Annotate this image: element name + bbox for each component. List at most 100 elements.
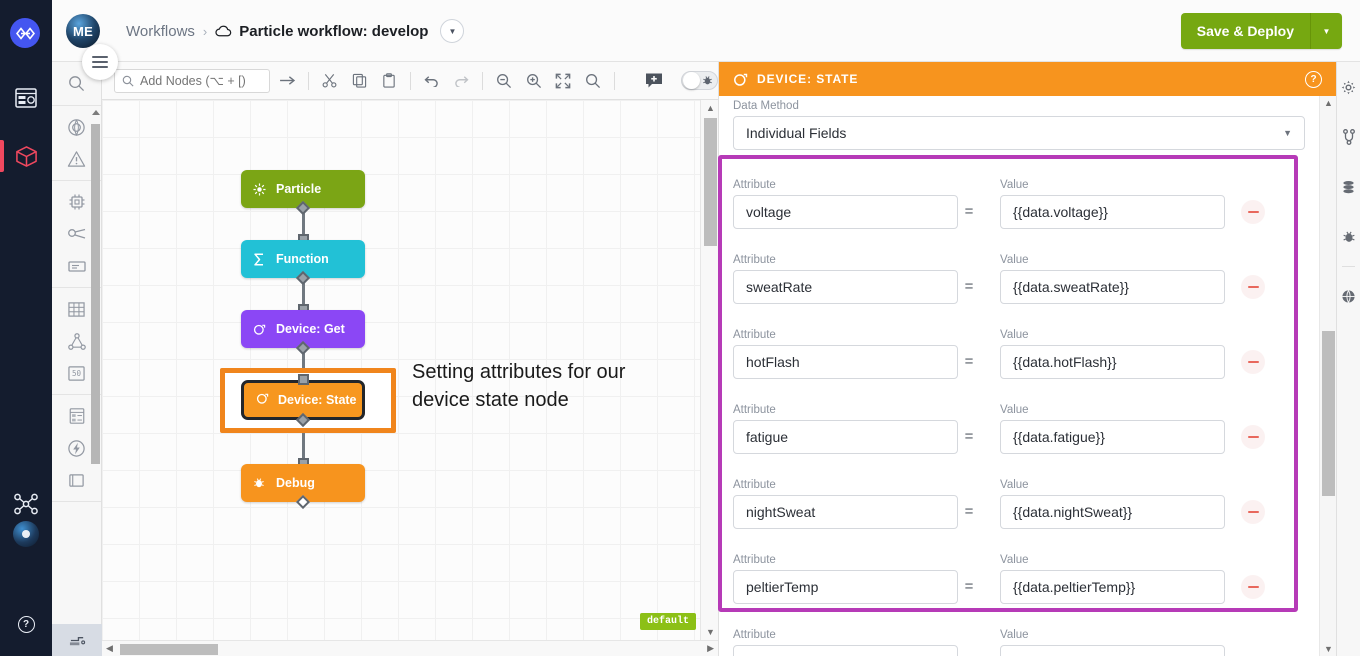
add-nodes-input[interactable]: [140, 73, 260, 88]
user-avatar[interactable]: ME: [66, 14, 100, 48]
zoom-reset-button[interactable]: [580, 68, 606, 94]
add-nodes-search[interactable]: [114, 68, 271, 93]
canvas-vertical-scrollbar[interactable]: ▲ ▼: [700, 100, 718, 640]
fit-screen-button[interactable]: [551, 68, 577, 94]
app-logo[interactable]: [10, 18, 40, 48]
palette-scrollbar[interactable]: [91, 108, 100, 528]
sidebar-item-account[interactable]: [0, 510, 52, 558]
palette-item-faucet[interactable]: [52, 624, 102, 656]
attribute-input[interactable]: [733, 420, 958, 454]
attribute-field-group: Attribute: [733, 329, 958, 379]
remove-attribute-button[interactable]: [1241, 575, 1265, 599]
attribute-field-group: Attribute: [733, 404, 958, 454]
zoom-in-button[interactable]: [521, 68, 547, 94]
breadcrumb: Workflows › Particle workflow: develop ▼: [126, 0, 465, 62]
rail-item-globe[interactable]: [1337, 271, 1360, 321]
hamburger-bar: [92, 61, 108, 63]
node-label: Function: [276, 252, 329, 266]
remove-attribute-button[interactable]: [1241, 275, 1265, 299]
panel-scroll-thumb[interactable]: [1322, 331, 1335, 496]
panel-body: Data Method Individual Fields ▼ Attribut…: [719, 96, 1319, 656]
device-icon: [256, 392, 269, 408]
wrench-icon: [67, 228, 85, 239]
panel-scroll-down-arrow[interactable]: ▼: [1324, 644, 1333, 654]
faucet-icon: [69, 636, 85, 645]
value-field-group: Value: [1000, 329, 1225, 379]
value-input[interactable]: [1000, 645, 1225, 656]
minus-circle-icon: [1247, 510, 1259, 514]
value-input[interactable]: [1000, 270, 1225, 304]
rail-item-data[interactable]: [1337, 162, 1360, 212]
canvas-scroll-up-arrow[interactable]: ▲: [706, 103, 715, 113]
run-arrow-button[interactable]: [274, 68, 300, 94]
avatar-icon: [13, 521, 39, 547]
zoom-out-button[interactable]: [491, 68, 517, 94]
remove-attribute-button[interactable]: [1241, 425, 1265, 449]
canvas-scroll-down-arrow[interactable]: ▼: [706, 627, 715, 637]
attribute-input[interactable]: [733, 270, 958, 304]
palette-scroll-up-arrow[interactable]: [92, 110, 100, 115]
workflow-canvas[interactable]: Particle Function Device: Get Device: St…: [102, 100, 718, 656]
value-label: Value: [1000, 329, 1029, 341]
canvas-scroll-right-arrow[interactable]: ▶: [707, 643, 714, 654]
default-badge: default: [639, 613, 696, 630]
sidebar-toggle-button[interactable]: [82, 44, 118, 80]
attribute-rows: Attribute = Value Attribute = Value Attribute =…: [733, 154, 1305, 656]
attribute-input[interactable]: [733, 645, 958, 656]
rail-item-settings[interactable]: [1337, 62, 1360, 112]
value-input[interactable]: [1000, 495, 1225, 529]
rail-divider: [1342, 266, 1355, 267]
attribute-input[interactable]: [733, 195, 958, 229]
attribute-row: Attribute = Value: [733, 304, 1305, 379]
equals-sign: =: [964, 203, 974, 220]
search-icon: [69, 76, 85, 92]
hamburger-bar: [92, 56, 108, 58]
undo-button[interactable]: [419, 68, 445, 94]
remove-attribute-button[interactable]: [1241, 500, 1265, 524]
chip-icon: [69, 194, 84, 210]
add-comment-button[interactable]: [641, 68, 667, 94]
dashboard-icon: [15, 88, 37, 108]
attribute-label: Attribute: [733, 479, 776, 491]
cut-button[interactable]: [317, 68, 343, 94]
palette-scroll-thumb[interactable]: [91, 124, 100, 464]
breadcrumb-dropdown-button[interactable]: ▼: [440, 19, 465, 43]
attribute-input[interactable]: [733, 570, 958, 604]
table-icon: [68, 301, 85, 317]
value-input[interactable]: [1000, 345, 1225, 379]
canvas-hscroll-thumb[interactable]: [120, 644, 218, 655]
copy-button[interactable]: [347, 68, 373, 94]
sidebar-item-help[interactable]: ?: [0, 600, 52, 648]
canvas-vscroll-thumb[interactable]: [704, 118, 717, 246]
rail-item-versions[interactable]: [1337, 112, 1360, 162]
debug-toggle[interactable]: [680, 71, 719, 90]
canvas-horizontal-scrollbar[interactable]: ◀ ▶: [102, 640, 718, 656]
value-input[interactable]: [1000, 195, 1225, 229]
node-label: Device: Get: [276, 322, 345, 336]
value-input[interactable]: [1000, 420, 1225, 454]
value-input[interactable]: [1000, 570, 1225, 604]
canvas-scroll-left-arrow[interactable]: ◀: [106, 643, 113, 654]
data-method-select[interactable]: Individual Fields ▼: [733, 116, 1305, 150]
panel-scrollbar[interactable]: ▲ ▼: [1319, 96, 1336, 656]
device-state-icon: [734, 73, 748, 86]
rail-item-debug[interactable]: [1337, 212, 1360, 262]
remove-attribute-button[interactable]: [1241, 350, 1265, 374]
attribute-input[interactable]: [733, 345, 958, 379]
breadcrumb-workflows-link[interactable]: Workflows: [126, 23, 195, 40]
remove-attribute-button[interactable]: [1241, 200, 1265, 224]
node-input-port[interactable]: [298, 374, 309, 385]
equals-sign: =: [964, 428, 974, 445]
sidebar-item-applications[interactable]: [0, 132, 52, 180]
paste-button[interactable]: [376, 68, 402, 94]
attribute-input[interactable]: [733, 495, 958, 529]
panel-scroll-up-arrow[interactable]: ▲: [1324, 98, 1333, 108]
attribute-field-group: Attribute: [733, 254, 958, 304]
redo-button[interactable]: [449, 68, 475, 94]
panel-help-button[interactable]: ?: [1305, 70, 1322, 88]
toolbar-divider: [613, 71, 615, 90]
save-deploy-button[interactable]: Save & Deploy: [1180, 13, 1310, 49]
attribute-row: Attribute = Value: [733, 529, 1305, 604]
sidebar-item-dashboard[interactable]: [0, 74, 52, 122]
save-deploy-dropdown-button[interactable]: ▼: [1310, 13, 1342, 49]
